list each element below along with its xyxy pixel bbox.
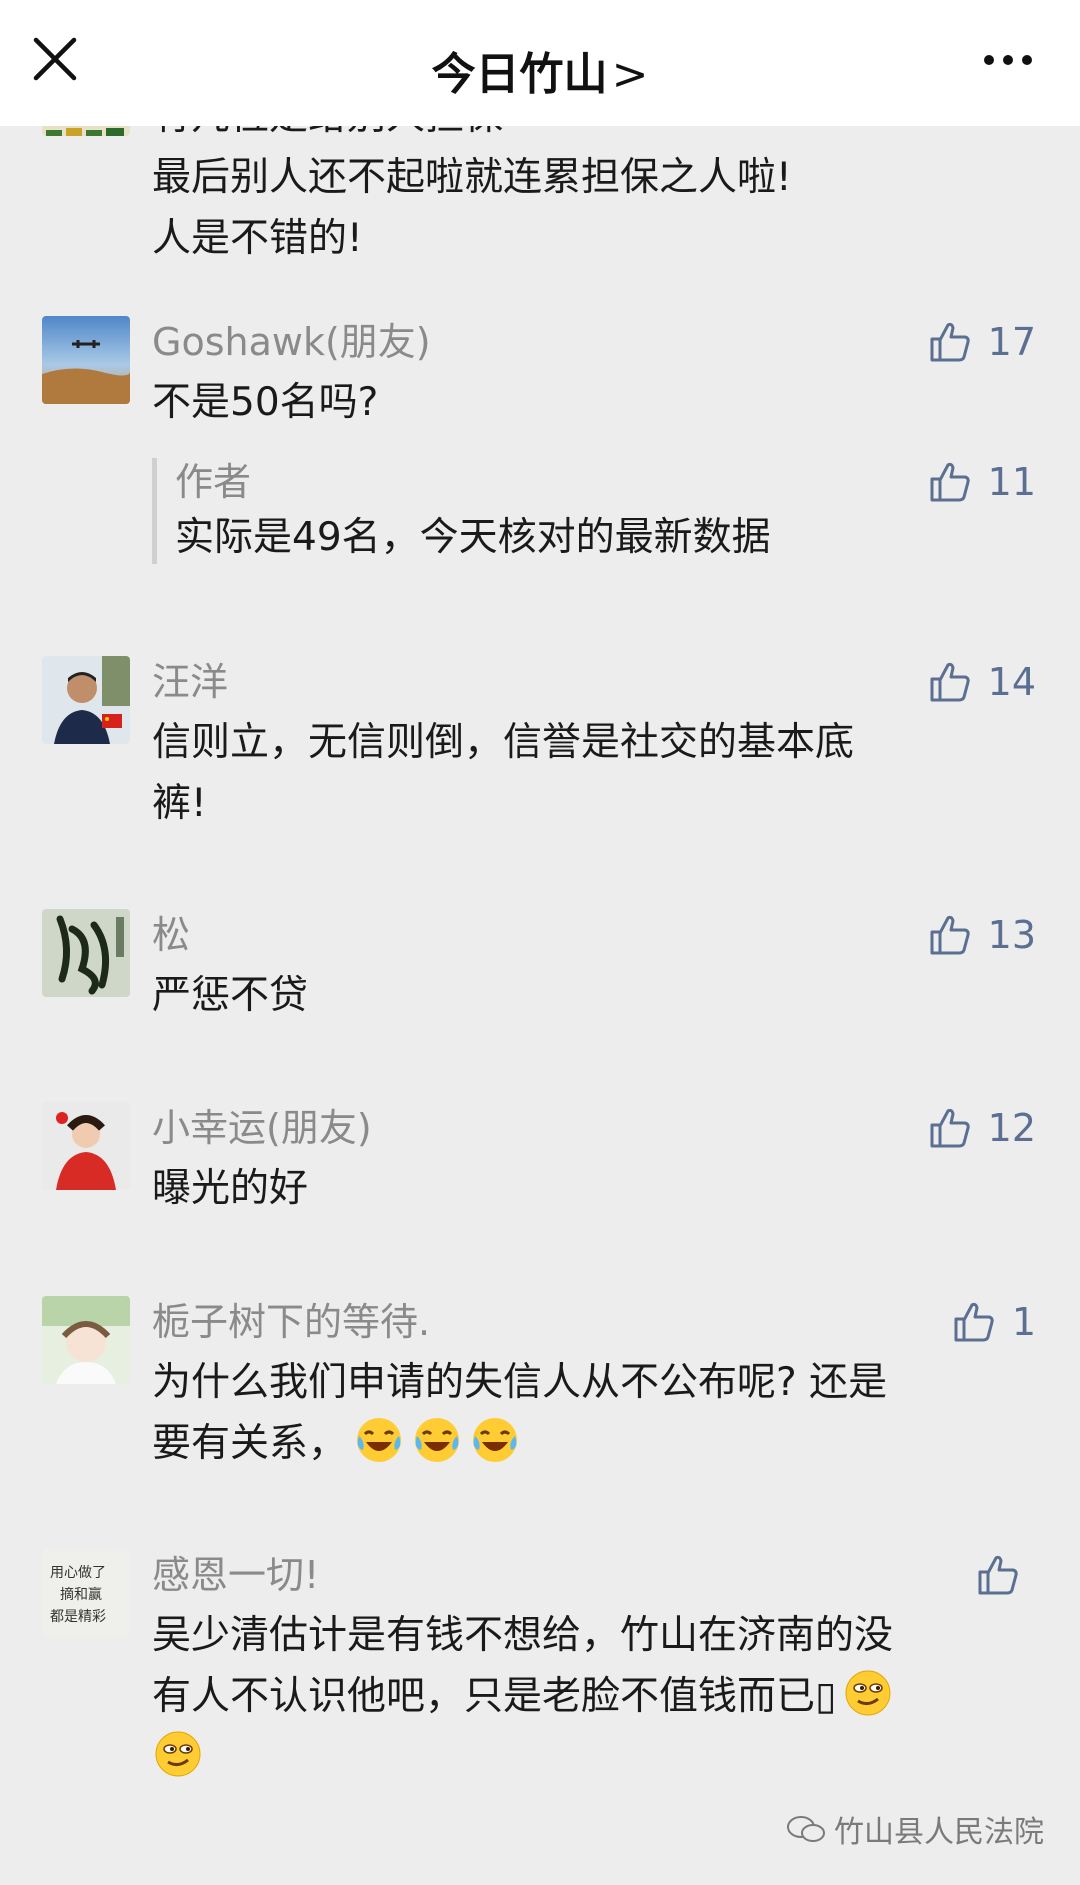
chevron-right-icon: > <box>611 49 649 100</box>
like-count: 13 <box>987 913 1036 957</box>
reply-divider <box>152 458 157 564</box>
avatar-calligraphy: 都是精彩 <box>50 1609 106 1625</box>
like-button[interactable]: 14 <box>928 658 1036 706</box>
comment-list[interactable]: 有几位是给别人担保 最后别人还不起啦就连累担保之人啦! 人是不错的! Gosha… <box>0 126 1080 1885</box>
page-title[interactable]: 今日竹山> <box>0 38 1080 102</box>
comment-text: 有几位是给别人担保 最后别人还不起啦就连累担保之人啦! 人是不错的! <box>152 126 1012 269</box>
avatar-image <box>42 316 130 404</box>
comment-text: 为什么我们申请的失信人从不公布呢? 还是 要有关系， <box>152 1352 1012 1474</box>
comment-line: 最后别人还不起啦就连累担保之人啦! <box>152 155 792 200</box>
like-count: 17 <box>987 320 1036 364</box>
avatar-image <box>42 126 130 136</box>
comment-line: 吴少清估计是有钱不想给，竹山在济南的没 <box>152 1613 894 1658</box>
comment-nickname[interactable]: 栀子树下的等待. <box>152 1298 430 1346</box>
avatar[interactable] <box>42 126 130 136</box>
watermark: 竹山县人民法院 <box>786 1807 1044 1851</box>
like-button[interactable]: 17 <box>928 318 1036 366</box>
avatar-image <box>42 1296 130 1384</box>
comment-line <box>152 1727 1012 1788</box>
title-text: 今日竹山 <box>431 49 608 100</box>
comment-line: 为什么我们申请的失信人从不公布呢? 还是 <box>152 1360 888 1405</box>
wechat-icon <box>787 1816 825 1842</box>
thumbs-up-icon <box>930 462 970 502</box>
comment-line: 要有关系， <box>152 1413 1012 1474</box>
avatar-image <box>42 909 130 997</box>
comment-text: 曝光的好 <box>152 1166 309 1211</box>
reply-text: 实际是49名，今天核对的最新数据 <box>175 515 771 560</box>
comment-nickname[interactable]: 松 <box>152 911 190 959</box>
comment-text: 不是50名吗? <box>152 380 379 425</box>
thumbs-up-icon <box>930 662 970 702</box>
avatar-image: 用心做了 摘和赢 都是精彩 <box>42 1549 130 1637</box>
like-count: 12 <box>987 1106 1036 1150</box>
comment-line: 有几位是给别人担保 <box>152 126 1012 147</box>
avatar-image <box>42 1102 130 1190</box>
like-count: 11 <box>987 460 1036 504</box>
comment-line: 有人不认识他吧，只是老脸不值钱而已▯ <box>152 1666 1012 1727</box>
comment-text: 信则立，无信则倒，信誉是社交的基本底 裤! <box>152 712 1012 834</box>
more-icon-dot <box>1022 55 1032 65</box>
tears-of-joy-emoji <box>469 1414 521 1466</box>
avatar[interactable] <box>42 1296 130 1384</box>
avatar[interactable]: 用心做了 摘和赢 都是精彩 <box>42 1549 130 1637</box>
like-button[interactable]: 1 <box>952 1298 1036 1346</box>
comment-text: 严惩不贷 <box>152 973 309 1018</box>
more-icon-dot <box>984 55 994 65</box>
reply-author: 作者 <box>175 460 252 504</box>
more-icon-dot <box>1003 55 1013 65</box>
comment-line: 人是不错的! <box>152 216 363 261</box>
tears-of-joy-emoji <box>411 1414 463 1466</box>
comment-line: 信则立，无信则倒，信誉是社交的基本底 <box>152 720 855 765</box>
smirk-emoji <box>842 1667 894 1719</box>
avatar[interactable] <box>42 656 130 744</box>
comment-nickname[interactable]: 汪洋 <box>152 658 228 706</box>
avatar-image <box>42 656 130 744</box>
avatar[interactable] <box>42 909 130 997</box>
thumbs-up-icon <box>930 915 970 955</box>
thumbs-up-icon <box>978 1555 1018 1595</box>
like-button[interactable]: 13 <box>928 911 1036 959</box>
tears-of-joy-emoji <box>353 1414 405 1466</box>
comment-nickname[interactable]: 小幸运(朋友) <box>152 1104 372 1152</box>
reply-like-button[interactable]: 11 <box>928 458 1036 506</box>
missing-glyph: ▯ <box>815 1674 837 1719</box>
comment-text: 吴少清估计是有钱不想给，竹山在济南的没 有人不认识他吧，只是老脸不值钱而已▯ <box>152 1605 1012 1788</box>
avatar[interactable] <box>42 1102 130 1190</box>
thumbs-up-icon <box>930 322 970 362</box>
thumbs-up-icon <box>930 1108 970 1148</box>
comment-line: 裤! <box>152 781 207 826</box>
more-button[interactable] <box>984 48 1044 72</box>
comment-nickname[interactable]: 感恩一切! <box>152 1551 319 1599</box>
watermark-text: 竹山县人民法院 <box>834 1815 1044 1850</box>
avatar-calligraphy: 摘和赢 <box>60 1586 102 1603</box>
avatar-calligraphy: 用心做了 <box>50 1565 106 1581</box>
avatar[interactable] <box>42 316 130 404</box>
comment-nickname[interactable]: Goshawk(朋友) <box>152 318 431 366</box>
like-button[interactable] <box>976 1551 1036 1599</box>
like-count: 14 <box>987 660 1036 704</box>
smirk-emoji <box>152 1728 204 1780</box>
thumbs-up-icon <box>954 1302 994 1342</box>
like-button[interactable]: 12 <box>928 1104 1036 1152</box>
like-count: 1 <box>1011 1300 1036 1344</box>
top-bar: 今日竹山> <box>0 0 1080 126</box>
